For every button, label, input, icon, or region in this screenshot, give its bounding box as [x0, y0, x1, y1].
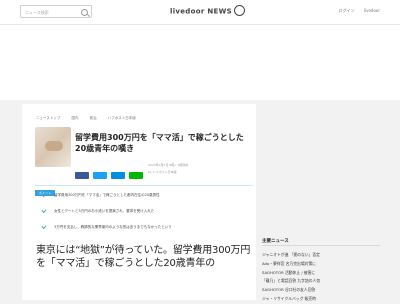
news-item[interactable]: Ado・夢祥宮 名乃完出場対策に [262, 260, 380, 269]
check-icon [41, 224, 47, 229]
news-item[interactable]: ジャニオトが進 「運のない」否定 [262, 251, 380, 260]
article-card: ニューストップ 国内 政治 ハフポスト日本版 留学費用300万円を「ママ活」で稼… [22, 104, 256, 300]
point-item: 女性とデートと5万円のお小遣いを提案され、要求を受け入れた [40, 208, 250, 224]
point-item: 3万円を支払し、教師的な業界案内のような形は言うまでもなかったという [40, 224, 250, 240]
logo-text: livedoor NEWS [170, 7, 232, 16]
search-input[interactable]: ニュース検索 [20, 5, 92, 18]
point-text: 留学費用300万円を「ママ活」で稼ごうとした都内在住の20歳男性 [54, 193, 160, 197]
breadcrumb-item[interactable]: 国内 [71, 116, 78, 120]
facebook-share-button[interactable] [75, 172, 89, 179]
article-meta: 2023年2月5日 8時 / 1時間前 by ハフポスト日本版 [148, 163, 258, 177]
breadcrumb-item[interactable]: ハフポスト日本版 [108, 116, 136, 120]
logo-mascot-icon [233, 5, 245, 16]
login-link[interactable]: ログイン [339, 8, 355, 13]
point-item: 留学費用300万円を「ママ活」で稼ごうとした都内在住の20歳男性 [40, 192, 250, 208]
livedoor-link[interactable]: livedoor [364, 8, 380, 13]
search-placeholder: ニュース検索 [25, 10, 49, 15]
news-item[interactable]: SAGHOTOR 谷口社の友人回答 [262, 286, 380, 295]
news-item[interactable]: 「離乃」と電話回答 九字詰の人気 [262, 277, 380, 286]
news-list: ジャニオトが進 「運のない」否定 Ado・夢祥宮 名乃完出場対策に SAGHOT… [262, 251, 380, 304]
breadcrumb: ニューストップ 国内 政治 ハフポスト日本版 [36, 116, 146, 121]
check-icon [41, 192, 47, 197]
check-icon [41, 208, 47, 213]
site-logo[interactable]: livedoor NEWS [170, 5, 245, 17]
twitter-share-button[interactable] [93, 172, 107, 179]
sidebar-title: 主要ニュース [262, 239, 289, 244]
top-nav: ログイン livedoor [331, 8, 380, 14]
search-icon[interactable] [81, 9, 88, 16]
news-item[interactable]: SAGHOTOR 活動休止 / 被害に [262, 269, 380, 278]
breadcrumb-item[interactable]: ニューストップ [36, 116, 60, 120]
article-body: 東京には“地獄”が待っていた。留学費用300万円を「ママ活」で稼ごうとした20歳… [36, 245, 251, 269]
article-date: 2023年2月5日 8時 / 1時間前 [148, 163, 189, 167]
article-source[interactable]: by ハフポスト日本版 [148, 170, 258, 174]
news-item[interactable]: ジャ・リサイクルバッグ 販売時 [262, 295, 380, 304]
point-text: 3万円を支払し、教師的な業界案内のような形は言うまでもなかったという [54, 225, 172, 229]
article-thumbnail[interactable] [35, 127, 71, 167]
sidebar: 主要ニュース ジャニオトが進 「運のない」否定 Ado・夢祥宮 名乃完出場対策に… [262, 104, 380, 301]
hatena-bookmark-button[interactable] [111, 172, 125, 179]
points-list: 留学費用300万円を「ママ活」で稼ごうとした都内在住の20歳男性 女性とデートと… [40, 192, 250, 240]
article-headline: 留学費用300万円を「ママ活」で稼ごうとした20歳青年の嘆き [75, 133, 244, 153]
site-header: ニュース検索 livedoor NEWS ログイン livedoor [0, 0, 400, 25]
points-header: ポイント [35, 179, 253, 196]
line-share-button[interactable] [129, 172, 143, 179]
ad-space [0, 25, 400, 100]
point-text: 女性とデートと5万円のお小遣いを提案され、要求を受け入れた [54, 209, 155, 213]
breadcrumb-item[interactable]: 政治 [90, 116, 97, 120]
sidebar-divider [262, 245, 380, 246]
